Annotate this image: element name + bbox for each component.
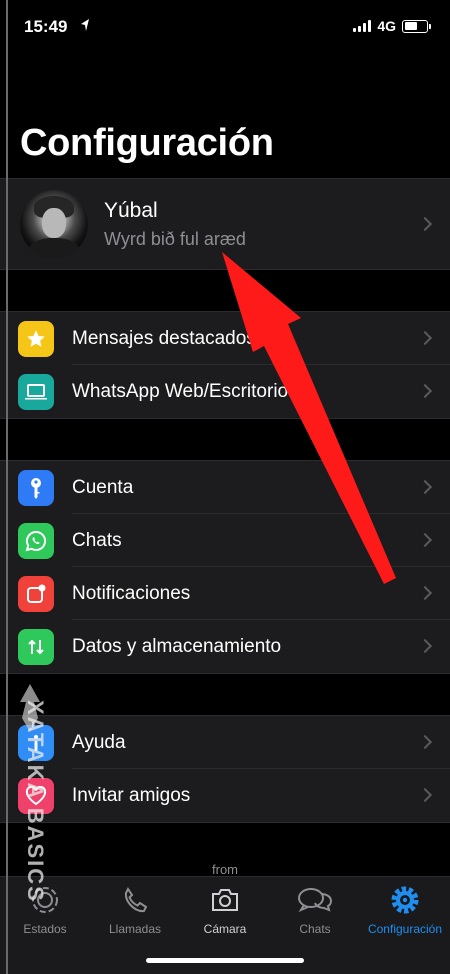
row-label: Ayuda <box>72 731 126 753</box>
status-bar: 15:49 4G <box>0 0 450 54</box>
watermark-text: XATAKA BASICS <box>23 700 48 903</box>
whatsapp-icon <box>18 522 54 559</box>
home-indicator <box>146 958 304 963</box>
settings-group-1: Mensajes destacados WhatsApp Web/Escrito… <box>0 311 450 419</box>
signal-icon <box>353 20 372 32</box>
row-cuenta[interactable]: Cuenta <box>0 461 450 514</box>
chevron-right-icon <box>417 330 433 346</box>
key-icon <box>18 469 54 506</box>
tab-label: Cámara <box>203 922 247 936</box>
row-chats[interactable]: Chats <box>0 514 450 567</box>
profile-status: Wyrd bið ful aræd <box>104 228 246 249</box>
profile-text: Yúbal Wyrd bið ful aræd <box>104 199 246 250</box>
row-label: Notificaciones <box>72 582 191 604</box>
chevron-right-icon <box>417 734 433 750</box>
notification-icon <box>18 575 54 612</box>
row-label: Chats <box>72 529 122 551</box>
tab-label: Configuración <box>367 922 443 936</box>
row-mensajes-destacados[interactable]: Mensajes destacados <box>0 312 450 365</box>
chats-icon <box>270 883 360 917</box>
chevron-right-icon <box>417 216 433 232</box>
profile-name: Yúbal <box>104 198 158 222</box>
chevron-right-icon <box>417 532 433 548</box>
tab-label: Llamadas <box>108 922 162 936</box>
network-type: 4G <box>377 18 396 34</box>
tab-configuracion[interactable]: Configuración <box>360 883 450 936</box>
star-icon <box>18 320 54 357</box>
tab-label: Estados <box>23 922 67 936</box>
laptop-icon <box>18 373 54 410</box>
chevron-right-icon <box>417 479 433 495</box>
tab-label: Chats <box>299 922 331 936</box>
battery-icon <box>402 19 431 33</box>
camera-icon <box>180 883 270 917</box>
row-invitar-amigos[interactable]: Invitar amigos <box>0 769 450 822</box>
row-ayuda[interactable]: Ayuda <box>0 716 450 769</box>
chevron-right-icon <box>417 638 433 654</box>
gear-icon <box>360 883 450 917</box>
row-datos-almacenamiento[interactable]: Datos y almacenamiento <box>0 620 450 673</box>
chevron-right-icon <box>417 585 433 601</box>
row-label: WhatsApp Web/Escritorio <box>72 380 289 402</box>
tab-camara[interactable]: Cámara <box>180 883 270 936</box>
row-whatsapp-web[interactable]: WhatsApp Web/Escritorio <box>0 365 450 418</box>
phone-icon <box>90 883 180 917</box>
avatar <box>20 190 88 258</box>
status-right: 4G <box>353 18 431 34</box>
row-label: Invitar amigos <box>72 784 191 806</box>
row-label: Datos y almacenamiento <box>72 635 282 657</box>
chevron-right-icon <box>417 787 433 803</box>
chevron-right-icon <box>417 383 433 399</box>
settings-group-3: Ayuda Invitar amigos <box>0 715 450 823</box>
page-title: Configuración <box>20 122 274 164</box>
watermark-line <box>6 0 8 974</box>
location-icon <box>81 19 89 31</box>
from-text: from <box>212 862 238 877</box>
settings-group-2: Cuenta Chats Notificaciones Datos y alma… <box>0 460 450 674</box>
row-label: Cuenta <box>72 476 134 498</box>
row-label: Mensajes destacados <box>72 327 256 349</box>
tab-chats[interactable]: Chats <box>270 883 360 936</box>
profile-row[interactable]: Yúbal Wyrd bið ful aræd <box>0 178 450 270</box>
arrows-updown-icon <box>18 628 54 665</box>
status-time: 15:49 <box>24 17 68 36</box>
tab-llamadas[interactable]: Llamadas <box>90 883 180 936</box>
row-notificaciones[interactable]: Notificaciones <box>0 567 450 620</box>
